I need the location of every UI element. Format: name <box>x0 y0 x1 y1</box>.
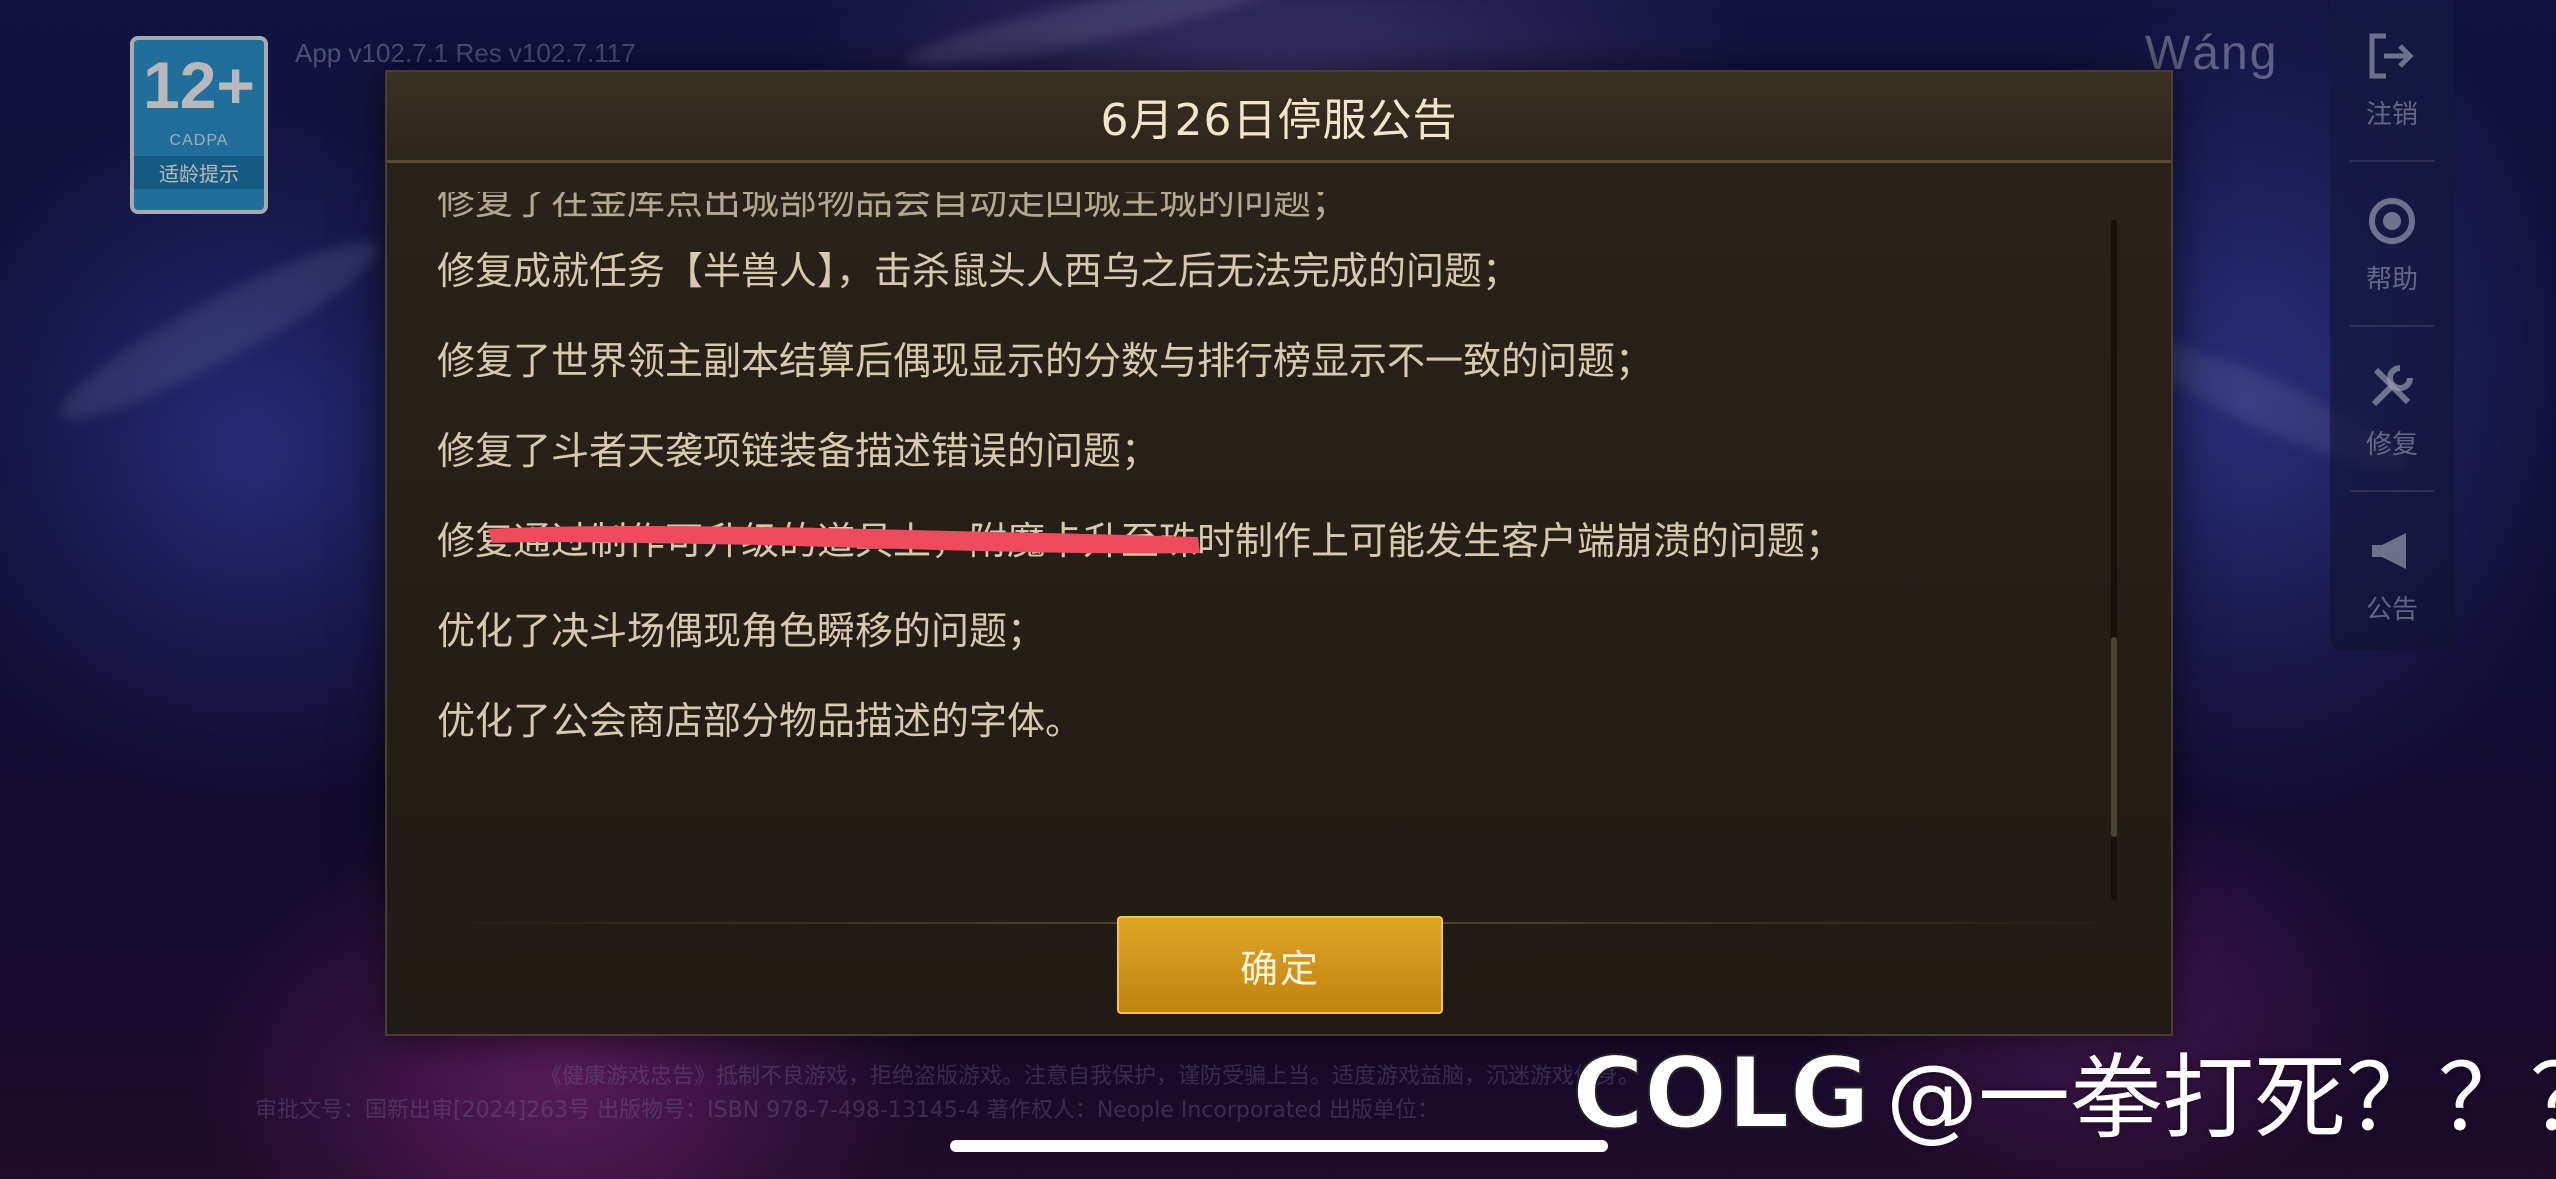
watermark-handle: @一拳打死？？？ <box>1886 1044 2556 1152</box>
notice-line: 优化了公会商店部分物品描述的字体。 <box>437 699 1084 743</box>
notice-line: 修复成就任务【半兽人】，击杀鼠头人西乌之后无法完成的问题； <box>437 249 1521 293</box>
notice-line: 优化了决斗场偶现角色瞬移的问题； <box>437 609 1046 653</box>
dialog-title: 6月26日停服公告 <box>1100 95 1458 146</box>
watermark: COLG @一拳打死？？？ <box>1572 1030 2556 1152</box>
scrollbar-thumb[interactable] <box>2111 637 2117 837</box>
notice-line: 修复了斗者天袭项链装备描述错误的问题； <box>437 429 1160 473</box>
notice-line: 修复了世界领主副本结算后偶现显示的分数与排行榜显示不一致的问题； <box>437 339 1654 383</box>
svg-text:COLG: COLG <box>1572 1037 1870 1145</box>
dialog-header: 6月26日停服公告 <box>387 72 2171 163</box>
redaction-scribble <box>488 525 1200 554</box>
colg-logo: COLG <box>1572 1036 1871 1145</box>
notice-line-partial: 修复了在金库点出城部物品会自动走回城主城的问题； <box>437 192 1350 223</box>
home-indicator[interactable] <box>950 1140 1608 1152</box>
confirm-button[interactable]: 确定 <box>1117 916 1443 1014</box>
